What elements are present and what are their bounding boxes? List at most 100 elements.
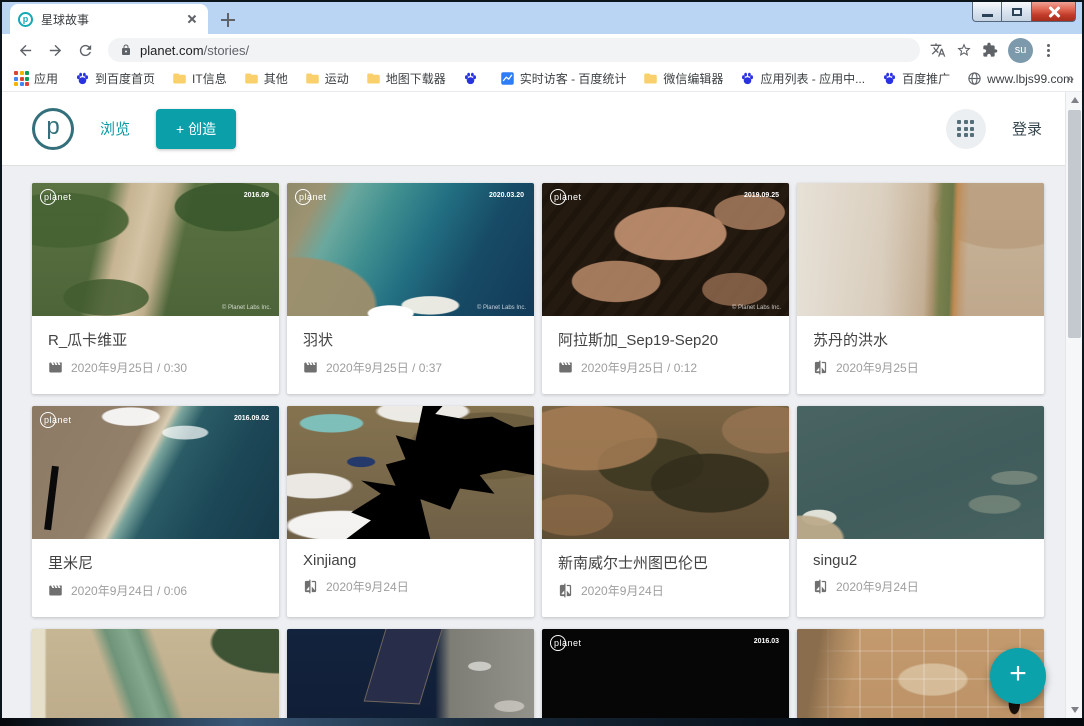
create-story-fab[interactable]: +: [990, 648, 1046, 704]
story-date: 2020年9月25日 / 0:12: [581, 359, 697, 376]
bookmark-item[interactable]: 应用列表 - 应用中...: [736, 68, 869, 89]
story-thumbnail[interactable]: planet 2016.03: [542, 629, 789, 718]
stories-grid: planet 2016.09 © Planet Labs Inc. R_瓜卡维亚…: [32, 183, 1065, 718]
story-thumbnail[interactable]: planet 2016.09.02: [32, 406, 279, 539]
folder-icon: [366, 71, 381, 86]
story-card[interactable]: planet 2016.09.02 里米尼 2020年9月24日 / 0:06: [32, 406, 279, 617]
bookmark-folder[interactable]: 地图下载器: [362, 68, 450, 89]
movie-icon: [558, 360, 573, 375]
story-thumbnail[interactable]: planet 2016.09 © Planet Labs Inc.: [32, 183, 279, 316]
story-thumbnail[interactable]: [797, 406, 1044, 539]
baidu-icon: [882, 71, 897, 86]
bookmark-item[interactable]: 实时访客 - 百度统计: [496, 68, 631, 89]
bookmark-item[interactable]: www.lbjs99.com: [963, 69, 1077, 88]
bookmark-folder[interactable]: 运动: [301, 68, 353, 89]
story-card[interactable]: [32, 629, 279, 718]
story-card[interactable]: planet 2016.09 © Planet Labs Inc. R_瓜卡维亚…: [32, 183, 279, 394]
story-card[interactable]: planet 2020.03.20 © Planet Labs Inc. 羽状 …: [287, 183, 534, 394]
page-scrollbar[interactable]: [1065, 92, 1082, 718]
bookmark-folder[interactable]: IT信息: [168, 68, 231, 89]
bookmarks-overflow-chevron[interactable]: »: [1066, 70, 1074, 86]
planet-watermark: planet: [44, 415, 72, 425]
story-date: 2020年9月24日 / 0:06: [71, 582, 187, 599]
story-card[interactable]: singu2 2020年9月24日: [797, 406, 1044, 617]
extensions-puzzle-icon[interactable]: [982, 42, 998, 58]
back-button[interactable]: [13, 38, 37, 62]
compare-icon: [558, 583, 573, 598]
compare-icon: [813, 579, 828, 594]
planet-watermark: planet: [44, 192, 72, 202]
story-date: 2020年9月25日 / 0:30: [71, 359, 187, 376]
thumbnail-date-overlay: 2016.03: [754, 638, 779, 645]
new-tab-button[interactable]: [216, 8, 240, 32]
story-thumbnail[interactable]: [542, 406, 789, 539]
story-card[interactable]: planet 2019.09.25 © Planet Labs Inc. 阿拉斯…: [542, 183, 789, 394]
apps-menu-button[interactable]: [946, 109, 986, 149]
folder-icon: [643, 71, 658, 86]
story-date: 2020年9月25日 / 0:37: [326, 359, 442, 376]
profile-avatar[interactable]: su: [1008, 38, 1033, 63]
story-thumbnail[interactable]: [32, 629, 279, 718]
story-title: singu2: [813, 552, 1028, 569]
story-thumbnail[interactable]: [287, 406, 534, 539]
thumbnail-date-overlay: 2016.09: [244, 192, 269, 199]
story-card[interactable]: Xinjiang 2020年9月24日: [287, 406, 534, 617]
tab-strip: p 星球故事: [2, 2, 1082, 34]
compare-icon: [303, 579, 318, 594]
compare-icon: [813, 360, 828, 375]
story-card[interactable]: 新南威尔士州图巴伦巴 2020年9月24日: [542, 406, 789, 617]
bookmark-item[interactable]: 百度推广: [878, 68, 954, 89]
scroll-up-arrow[interactable]: [1066, 92, 1082, 108]
story-title: R_瓜卡维亚: [48, 329, 263, 350]
thumbnail-date-overlay: 2016.09.02: [234, 415, 269, 422]
story-card[interactable]: planet 2016.03: [542, 629, 789, 718]
chrome-menu-icon[interactable]: [1043, 44, 1054, 57]
header-right: 登录: [946, 109, 1042, 149]
tab-title: 星球故事: [41, 11, 184, 28]
story-meta: 2020年9月24日: [303, 578, 518, 595]
login-link[interactable]: 登录: [1012, 118, 1042, 139]
card-body: Xinjiang 2020年9月24日: [287, 539, 534, 613]
minimize-button[interactable]: [972, 2, 1002, 22]
thumbnail-credit: © Planet Labs Inc.: [732, 305, 781, 311]
bookmark-apps[interactable]: 应用: [10, 68, 62, 89]
create-button[interactable]: + 创造: [156, 109, 236, 149]
bookmark-item[interactable]: 到百度首页: [71, 68, 159, 89]
forward-icon: [47, 42, 64, 59]
scrollbar-thumb[interactable]: [1068, 110, 1081, 338]
translate-icon[interactable]: [930, 42, 946, 58]
planet-logo[interactable]: p: [32, 108, 74, 150]
story-thumbnail[interactable]: planet 2020.03.20 © Planet Labs Inc.: [287, 183, 534, 316]
story-card[interactable]: [287, 629, 534, 718]
browser-toolbar: planet.com/stories/ su: [2, 34, 1082, 66]
browser-tab[interactable]: p 星球故事: [10, 4, 208, 34]
stories-content: planet 2016.09 © Planet Labs Inc. R_瓜卡维亚…: [2, 166, 1065, 718]
bookmark-folder[interactable]: 其他: [240, 68, 292, 89]
story-date: 2020年9月25日: [836, 359, 919, 376]
maximize-button[interactable]: [1002, 2, 1032, 22]
baidu-icon: [463, 71, 478, 86]
thumbnail-credit: © Planet Labs Inc.: [222, 305, 271, 311]
story-thumbnail[interactable]: [287, 629, 534, 718]
nav-browse-link[interactable]: 浏览: [100, 118, 130, 139]
reload-button[interactable]: [73, 38, 97, 62]
story-thumbnail[interactable]: [797, 183, 1044, 316]
analytics-chart-icon: [500, 71, 515, 86]
close-button[interactable]: [1032, 2, 1076, 22]
address-bar[interactable]: planet.com/stories/: [108, 38, 920, 62]
card-body: R_瓜卡维亚 2020年9月25日 / 0:30: [32, 316, 279, 394]
bookmark-item[interactable]: [459, 69, 487, 88]
apps-grid-icon: [14, 71, 29, 86]
folder-icon: [305, 71, 320, 86]
scroll-down-arrow[interactable]: [1066, 702, 1082, 718]
tab-close-icon[interactable]: [184, 11, 200, 27]
bookmark-star-icon[interactable]: [956, 42, 972, 58]
folder-icon: [244, 71, 259, 86]
story-thumbnail[interactable]: planet 2019.09.25 © Planet Labs Inc.: [542, 183, 789, 316]
bookmark-folder[interactable]: 微信编辑器: [639, 68, 727, 89]
toolbar-right: su: [930, 38, 1054, 63]
story-card[interactable]: 苏丹的洪水 2020年9月25日: [797, 183, 1044, 394]
maximize-icon: [1012, 8, 1022, 16]
forward-button[interactable]: [43, 38, 67, 62]
window-bottom-frame: [0, 718, 1084, 726]
